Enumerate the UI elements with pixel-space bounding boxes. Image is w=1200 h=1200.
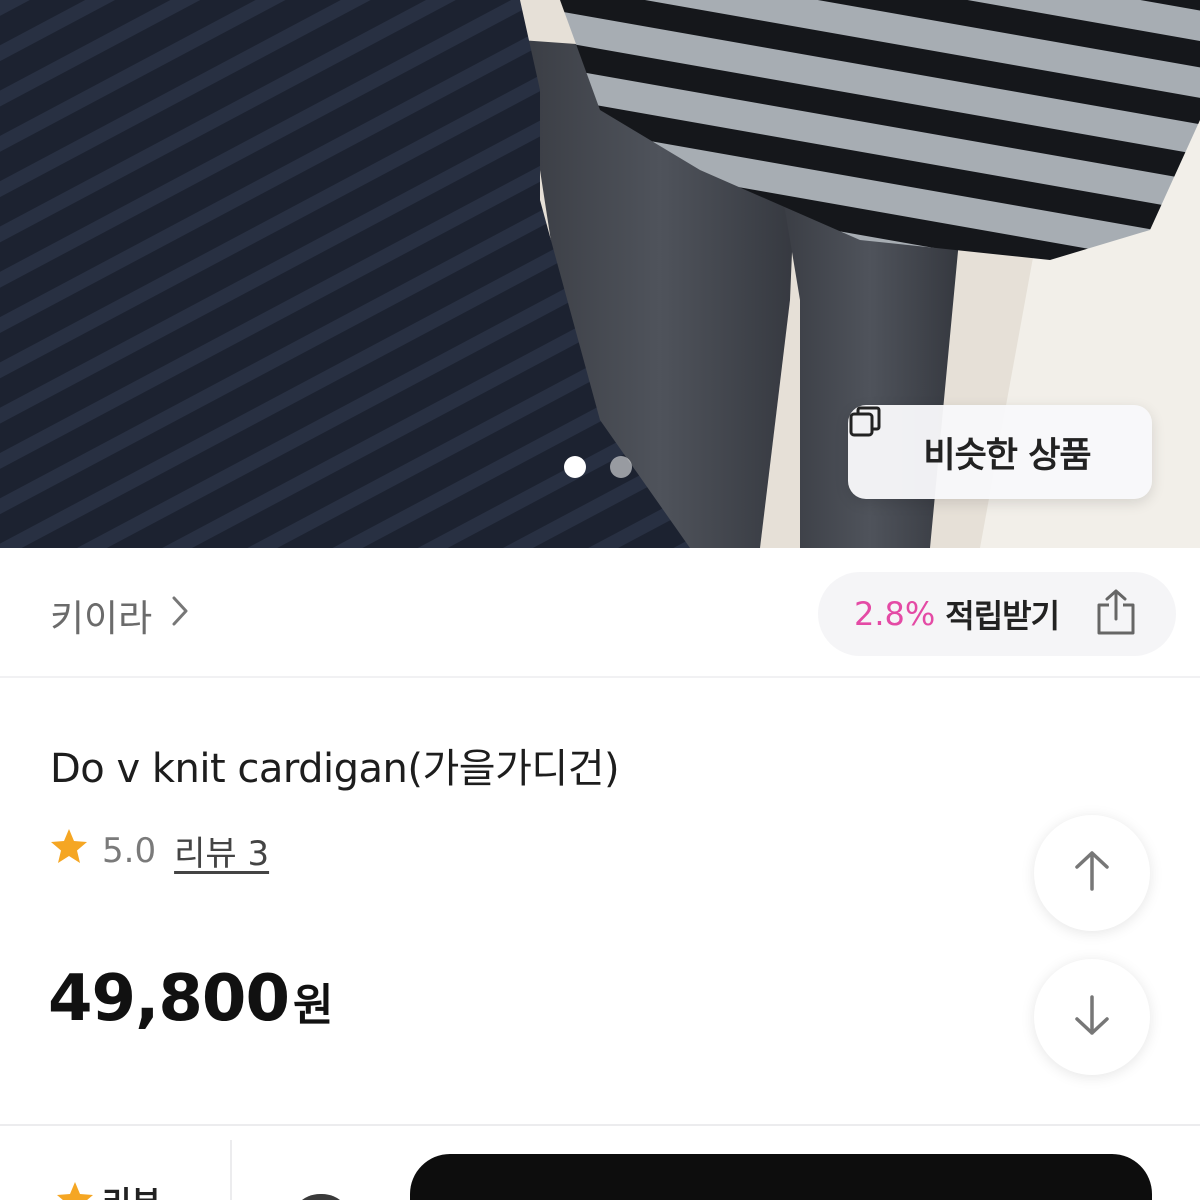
product-image-carousel[interactable]: 비슷한 상품 [0,0,1200,548]
bottom-review-tab[interactable]: 리뷰 [56,1178,161,1200]
bottom-divider [230,1140,232,1200]
seller-row: 키이라 2.8% 적립받기 [0,548,1200,678]
similar-products-label: 비슷한 상품 [923,435,1091,476]
star-icon [56,1181,94,1200]
heart-icon[interactable] [290,1194,352,1200]
arrow-up-icon [1072,849,1112,897]
carousel-dot-2[interactable] [610,456,632,478]
star-icon [50,828,88,873]
similar-products-button[interactable]: 비슷한 상품 [848,405,1152,499]
seller-link[interactable]: 키이라 [50,588,190,642]
scroll-up-button[interactable] [1034,815,1150,931]
seller-name: 키이라 [50,597,153,640]
reviews-link[interactable]: 리뷰 3 [174,826,269,875]
carousel-dot-1[interactable] [564,456,586,478]
points-label: 적립받기 [945,597,1060,635]
rating-score: 5.0 [102,830,157,871]
bottom-review-label: 리뷰 [102,1178,161,1200]
product-rating: 5.0 리뷰 3 [50,826,269,875]
product-detail-page: 비슷한 상품 키이라 2.8% 적립받기 Do v knit cardigan( [0,0,1200,1200]
buy-button[interactable] [410,1154,1152,1200]
product-title: Do v knit cardigan(가을가디건) [50,746,620,792]
price-amount: 49,800 [48,962,290,1036]
scroll-down-button[interactable] [1034,959,1150,1075]
share-icon[interactable] [1091,587,1141,641]
points-reward-pill[interactable]: 2.8% 적립받기 [818,572,1176,656]
price-currency: 원 [292,980,334,1031]
carousel-indicator [564,456,632,478]
arrow-down-icon [1072,993,1112,1041]
points-rate: 2.8% [854,595,936,633]
product-price: 49,800 원 [48,962,333,1036]
chevron-right-icon [170,594,190,637]
bottom-action-bar: 리뷰 [0,1124,1200,1200]
